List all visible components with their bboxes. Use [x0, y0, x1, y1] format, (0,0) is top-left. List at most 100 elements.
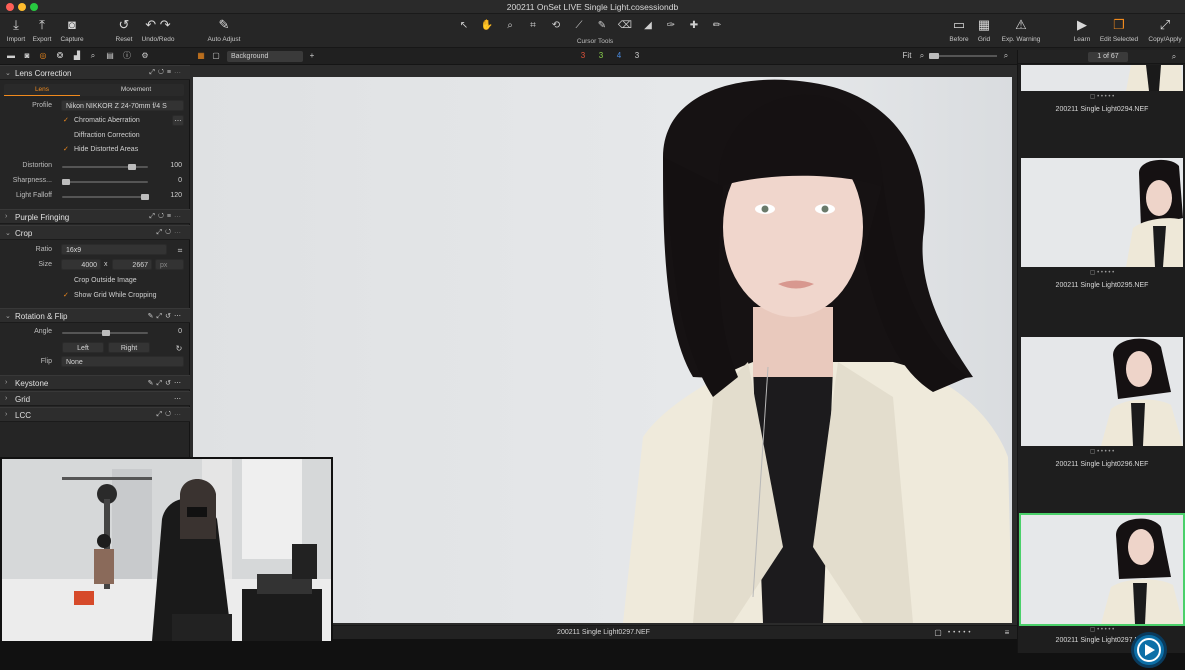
tab-lens[interactable]: Lens: [4, 84, 80, 96]
angle-value[interactable]: 0: [162, 328, 182, 335]
zoom-slider-knob[interactable]: [929, 53, 939, 59]
sharpness-slider[interactable]: [62, 179, 148, 185]
hide-distorted-checkbox[interactable]: ✓: [63, 146, 71, 154]
fit-label[interactable]: Fit: [900, 51, 914, 61]
copy-apply-button[interactable]: ⤢ Copy/Apply: [1145, 17, 1185, 43]
thumbnail-card[interactable]: ▢ • • • • • 200211 Single Light0296.NEF: [1021, 337, 1183, 472]
zoom-in-icon[interactable]: ⌕: [1001, 51, 1011, 61]
falloff-value[interactable]: 120: [162, 192, 182, 199]
select-checkbox-icon[interactable]: ▢: [933, 628, 943, 638]
section-actions[interactable]: ✎⤢↺⋯: [148, 379, 184, 388]
chromatic-more-button[interactable]: ⋯: [172, 115, 184, 126]
tab-movement[interactable]: Movement: [94, 84, 178, 96]
section-actions[interactable]: ⤢↺≡⋯: [149, 69, 184, 77]
layer-select[interactable]: Background: [227, 51, 303, 62]
details-tab-icon[interactable]: ⌕: [88, 51, 98, 61]
thumbnail-image[interactable]: [1021, 158, 1183, 267]
crop-outside-label[interactable]: Crop Outside Image: [74, 277, 137, 284]
crop-cursor-icon[interactable]: ⌗: [524, 19, 542, 33]
unit-select[interactable]: px: [155, 259, 184, 270]
rotate-right-button[interactable]: Right: [108, 342, 150, 353]
slider-knob[interactable]: [102, 330, 110, 336]
distortion-value[interactable]: 100: [162, 162, 182, 169]
crop-width-input[interactable]: 4000: [61, 259, 101, 270]
adjust-tab-icon[interactable]: ▤: [105, 51, 115, 61]
diffraction-label[interactable]: Diffraction Correction: [74, 132, 140, 139]
profile-select[interactable]: Nikon NIKKOR Z 24-70mm f/4 S: [61, 100, 184, 111]
settings-tab-icon[interactable]: ⚙: [140, 51, 150, 61]
thumbnail-rating[interactable]: ▢ • • • • •: [1021, 267, 1183, 279]
undo-redo-button[interactable]: ↶ ↷ Undo/Redo: [139, 17, 177, 43]
brush-cursor-icon[interactable]: ✎: [593, 19, 611, 33]
purple-fringing-header[interactable]: › Purple Fringing ⤢↺≡⋯: [0, 209, 190, 224]
show-grid-checkbox[interactable]: ✓: [63, 292, 71, 300]
keystone-cursor-icon[interactable]: ⟋: [570, 19, 588, 33]
thumbnail-card-selected[interactable]: ▢ • • • • • 200211 Single Light0297.NEF: [1019, 513, 1185, 646]
metadata-tab-icon[interactable]: ⓘ: [122, 51, 132, 61]
picker-cursor-icon[interactable]: ◢: [639, 19, 657, 33]
rotate-left-button[interactable]: Left: [62, 342, 104, 353]
grid-header[interactable]: › Grid ⋯: [0, 391, 190, 406]
crop-header[interactable]: ⌄ Crop ⤢↺⋯: [0, 225, 190, 240]
exp-warning-button[interactable]: ⚠ Exp. Warning: [997, 17, 1045, 43]
rotate-cursor-icon[interactable]: ⟲: [547, 19, 565, 33]
add-layer-icon[interactable]: +: [307, 51, 317, 61]
thumbnail-card[interactable]: ▢ • • • • • 200211 Single Light0294.NEF: [1021, 65, 1183, 117]
angle-slider[interactable]: [62, 330, 148, 336]
annotate-cursor-icon[interactable]: ✏: [708, 19, 726, 33]
pan-cursor-icon[interactable]: ✋: [478, 19, 496, 33]
section-actions[interactable]: ⤢↺⋯: [156, 411, 184, 419]
lens-tab-icon[interactable]: ◎: [38, 51, 48, 61]
flip-select[interactable]: None: [61, 356, 184, 367]
thumbnail-rating[interactable]: ▢ • • • • •: [1021, 91, 1183, 103]
lens-correction-header[interactable]: ⌄ Lens Correction ⤢↺≡⋯: [0, 65, 190, 80]
section-actions[interactable]: ⤢↺⋯: [156, 229, 184, 237]
thumbnail-rating[interactable]: ▢ • • • • •: [1021, 446, 1183, 458]
select-cursor-icon[interactable]: ↖: [455, 19, 473, 33]
slider-knob[interactable]: [128, 164, 136, 170]
star-rating[interactable]: •••••: [948, 628, 998, 638]
eraser-cursor-icon[interactable]: ⌫: [616, 19, 634, 33]
layers-grid-icon[interactable]: ▦: [196, 51, 206, 61]
rotate-reset-icon[interactable]: ↻: [174, 344, 184, 354]
before-button[interactable]: ▭ Before: [946, 17, 972, 43]
loupe-cursor-icon[interactable]: ⌕: [501, 19, 519, 33]
section-actions[interactable]: ✎⤢↺⋯: [148, 312, 184, 321]
thumbnail-card[interactable]: ▢ • • • • • 200211 Single Light0295.NEF: [1021, 158, 1183, 293]
section-actions[interactable]: ⋯: [174, 395, 184, 403]
color-tab-icon[interactable]: ❂: [55, 51, 65, 61]
ratio-select[interactable]: 16x9: [61, 244, 167, 255]
layer-square-icon[interactable]: ▢: [211, 51, 221, 61]
browser-search-icon[interactable]: ⌕: [1169, 52, 1179, 62]
learn-button[interactable]: ▶ Learn: [1070, 17, 1094, 43]
thumbnail-image[interactable]: [1019, 513, 1185, 626]
crop-icon[interactable]: ⌗: [175, 246, 185, 256]
reset-button[interactable]: ↺ Reset: [113, 17, 135, 43]
falloff-slider[interactable]: [62, 194, 149, 200]
keystone-header[interactable]: › Keystone ✎⤢↺⋯: [0, 375, 190, 390]
sharpness-value[interactable]: 0: [162, 177, 182, 184]
menu-icon[interactable]: ≡: [1002, 628, 1012, 638]
distortion-slider[interactable]: [62, 164, 148, 170]
import-button[interactable]: ⤓ Import: [4, 17, 28, 43]
capture-tab-icon[interactable]: ◙: [22, 51, 32, 61]
grid-button[interactable]: ▦ Grid: [974, 17, 994, 43]
library-tab-icon[interactable]: ▬: [6, 51, 16, 61]
slider-knob[interactable]: [62, 179, 70, 185]
exposure-tab-icon[interactable]: ▟: [72, 51, 82, 61]
export-button[interactable]: ⤒ Export: [30, 17, 54, 43]
thumbnail-image[interactable]: [1021, 337, 1183, 446]
crop-height-input[interactable]: 2667: [112, 259, 152, 270]
chromatic-checkbox[interactable]: ✓: [63, 117, 71, 125]
rotation-flip-header[interactable]: ⌄ Rotation & Flip ✎⤢↺⋯: [0, 308, 190, 323]
pen-cursor-icon[interactable]: ✑: [662, 19, 680, 33]
slider-knob[interactable]: [141, 194, 149, 200]
zoom-out-icon[interactable]: ⌕: [917, 51, 927, 61]
lcc-header[interactable]: › LCC ⤢↺⋯: [0, 407, 190, 422]
thumbnail-image[interactable]: [1021, 65, 1183, 91]
edit-selected-button[interactable]: ❐ Edit Selected: [1096, 17, 1142, 43]
auto-adjust-button[interactable]: ✎ Auto Adjust: [204, 17, 244, 43]
capture-button[interactable]: ◙ Capture: [58, 17, 86, 43]
zoom-slider[interactable]: [929, 53, 997, 59]
heal-cursor-icon[interactable]: ✚: [685, 19, 703, 33]
